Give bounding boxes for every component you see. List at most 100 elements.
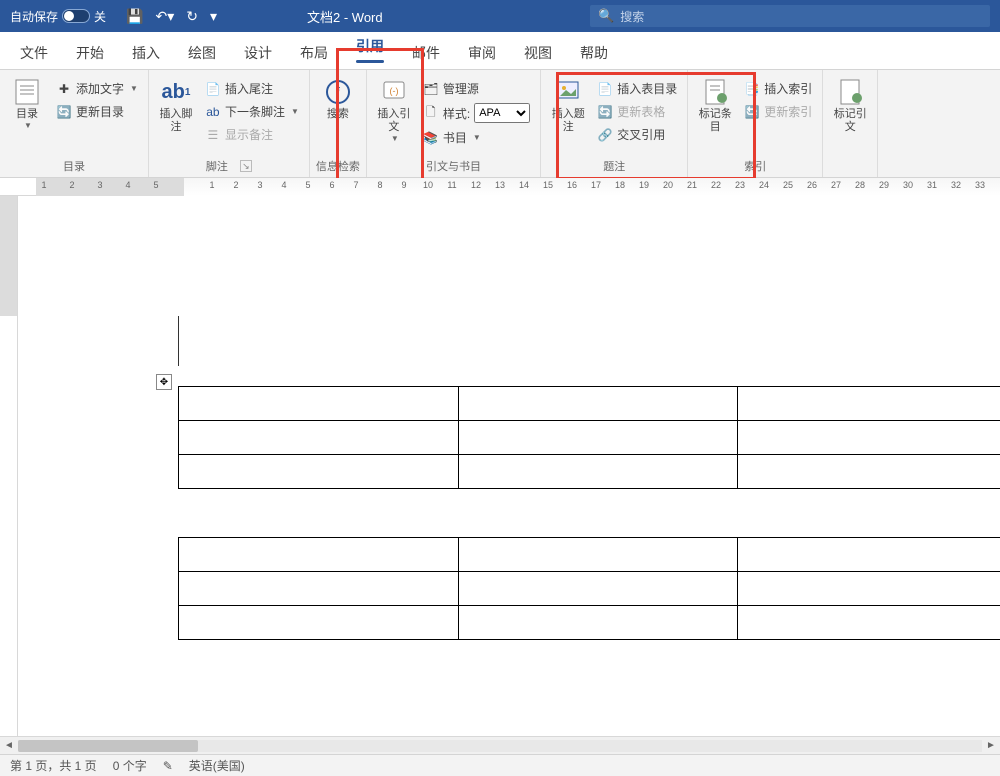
status-bar: 第 1 页，共 1 页 0 个字 ✎ 英语(美国) bbox=[0, 754, 1000, 776]
insert-index-icon: 📑 bbox=[744, 81, 760, 97]
caption-icon bbox=[554, 78, 582, 106]
insert-caption-button[interactable]: 插入题注 bbox=[547, 74, 589, 138]
search-box[interactable]: 🔍 搜索 bbox=[590, 5, 990, 27]
document-title: 文档2 - Word bbox=[227, 7, 590, 26]
endnote-icon: 📄 bbox=[205, 81, 221, 97]
text-cursor bbox=[178, 316, 179, 366]
table-row bbox=[179, 606, 1000, 640]
insert-footnote-button[interactable]: ab1 插入脚注 bbox=[155, 74, 197, 138]
qat-customize-icon[interactable]: ▾ bbox=[210, 8, 217, 25]
toc-icon bbox=[13, 78, 41, 106]
update-table-icon: 🔄 bbox=[597, 104, 613, 120]
group-captions: 插入题注 📄插入表目录 🔄更新表格 🔗交叉引用 题注 bbox=[541, 70, 688, 177]
ribbon: 目录 ▼ ✚添加文字▼ 🔄更新目录 目录 ab1 插入脚注 📄插入尾注 ab下一… bbox=[0, 70, 1000, 178]
tab-file[interactable]: 文件 bbox=[6, 35, 62, 69]
horizontal-scrollbar[interactable]: ◄ ► bbox=[0, 736, 1000, 754]
document-canvas[interactable]: ✥ bbox=[18, 196, 1000, 736]
dialog-launcher-icon[interactable]: ↘ bbox=[240, 160, 252, 172]
redo-icon[interactable]: ↻ bbox=[186, 8, 198, 25]
search-icon: 🔍 bbox=[598, 8, 614, 24]
add-text-icon: ✚ bbox=[56, 81, 72, 97]
save-icon[interactable]: 💾 bbox=[126, 8, 143, 25]
svg-text:(-): (-) bbox=[389, 86, 398, 96]
group-research: i 搜索 信息检索 bbox=[310, 70, 367, 177]
chevron-down-icon: ▼ bbox=[24, 121, 32, 130]
update-index-button: 🔄更新索引 bbox=[740, 101, 816, 122]
group-label-footnotes: 脚注 bbox=[206, 158, 228, 174]
cross-reference-button[interactable]: 🔗交叉引用 bbox=[593, 124, 681, 145]
horizontal-ruler[interactable]: 1234512345678910111213141516171819202122… bbox=[0, 178, 1000, 196]
mark-citation-icon bbox=[836, 78, 864, 106]
mark-entry-button[interactable]: 标记条目 bbox=[694, 74, 736, 138]
tab-design[interactable]: 设计 bbox=[230, 35, 286, 69]
crossref-icon: 🔗 bbox=[597, 127, 613, 143]
manage-sources-icon: 🗂 bbox=[423, 81, 439, 97]
group-citations: (-) 插入引文 ▼ 🗂管理源 🗋样式: APA 📚书目▼ 引文与书目 bbox=[367, 70, 541, 177]
group-toc: 目录 ▼ ✚添加文字▼ 🔄更新目录 目录 bbox=[0, 70, 149, 177]
tab-references[interactable]: 引用 bbox=[342, 28, 398, 69]
next-footnote-button[interactable]: ab下一条脚注▼ bbox=[201, 101, 303, 122]
group-footnotes: ab1 插入脚注 📄插入尾注 ab下一条脚注▼ ☰显示备注 脚注 ↘ bbox=[149, 70, 310, 177]
tab-draw[interactable]: 绘图 bbox=[174, 35, 230, 69]
show-notes-icon: ☰ bbox=[205, 127, 221, 143]
group-label-toc: 目录 bbox=[63, 158, 85, 174]
tab-view[interactable]: 视图 bbox=[510, 35, 566, 69]
update-icon: 🔄 bbox=[56, 104, 72, 120]
group-label-index: 索引 bbox=[744, 158, 766, 174]
bibliography-icon: 📚 bbox=[423, 130, 439, 146]
info-search-icon: i bbox=[324, 78, 352, 106]
autosave-label: 自动保存 bbox=[10, 8, 58, 25]
table-1[interactable] bbox=[178, 386, 1000, 489]
group-index: 标记条目 📑插入索引 🔄更新索引 索引 bbox=[688, 70, 823, 177]
tof-icon: 📄 bbox=[597, 81, 613, 97]
group-toa: 标记引文 bbox=[823, 70, 878, 177]
insert-citation-button[interactable]: (-) 插入引文 ▼ bbox=[373, 74, 415, 147]
style-select[interactable]: APA bbox=[474, 103, 530, 123]
table-move-handle-icon[interactable]: ✥ bbox=[156, 374, 172, 390]
mark-entry-icon bbox=[701, 78, 729, 106]
tab-review[interactable]: 审阅 bbox=[454, 35, 510, 69]
tab-insert[interactable]: 插入 bbox=[118, 35, 174, 69]
vertical-ruler[interactable] bbox=[0, 196, 18, 736]
update-toc-button[interactable]: 🔄更新目录 bbox=[52, 101, 142, 122]
group-label-citations: 引文与书目 bbox=[426, 158, 481, 174]
title-bar: 自动保存 关 💾 ↶▾ ↻ ▾ 文档2 - Word 🔍 搜索 bbox=[0, 0, 1000, 32]
update-index-icon: 🔄 bbox=[744, 104, 760, 120]
language-status[interactable]: 英语(美国) bbox=[189, 757, 245, 774]
search-button[interactable]: i 搜索 bbox=[317, 74, 359, 125]
spellcheck-icon[interactable]: ✎ bbox=[163, 759, 173, 773]
toggle-switch[interactable] bbox=[62, 9, 90, 23]
table-row bbox=[179, 455, 1000, 489]
scroll-left-icon[interactable]: ◄ bbox=[0, 740, 18, 751]
undo-icon[interactable]: ↶▾ bbox=[155, 8, 174, 25]
quick-access-toolbar: 💾 ↶▾ ↻ ▾ bbox=[116, 8, 227, 25]
add-text-button[interactable]: ✚添加文字▼ bbox=[52, 78, 142, 99]
group-label-research: 信息检索 bbox=[316, 158, 360, 174]
style-dropdown[interactable]: 🗋样式: APA bbox=[419, 101, 534, 125]
bibliography-button[interactable]: 📚书目▼ bbox=[419, 127, 534, 148]
insert-endnote-button[interactable]: 📄插入尾注 bbox=[201, 78, 303, 99]
mark-citation-button[interactable]: 标记引文 bbox=[829, 74, 871, 138]
tab-help[interactable]: 帮助 bbox=[566, 35, 622, 69]
toc-button[interactable]: 目录 ▼ bbox=[6, 74, 48, 134]
ribbon-tabs: 文件 开始 插入 绘图 设计 布局 引用 邮件 审阅 视图 帮助 bbox=[0, 32, 1000, 70]
group-label-captions: 题注 bbox=[603, 158, 625, 174]
table-row bbox=[179, 421, 1000, 455]
word-count[interactable]: 0 个字 bbox=[113, 757, 147, 774]
tab-layout[interactable]: 布局 bbox=[286, 35, 342, 69]
style-icon: 🗋 bbox=[423, 105, 439, 121]
insert-index-button[interactable]: 📑插入索引 bbox=[740, 78, 816, 99]
table-2[interactable] bbox=[178, 537, 1000, 640]
chevron-down-icon: ▼ bbox=[391, 134, 399, 143]
scroll-right-icon[interactable]: ► bbox=[982, 740, 1000, 751]
autosave-toggle[interactable]: 自动保存 关 bbox=[0, 8, 116, 25]
tab-home[interactable]: 开始 bbox=[62, 35, 118, 69]
insert-tof-button[interactable]: 📄插入表目录 bbox=[593, 78, 681, 99]
citation-icon: (-) bbox=[380, 78, 408, 106]
table-row bbox=[179, 538, 1000, 572]
page-count[interactable]: 第 1 页，共 1 页 bbox=[10, 757, 97, 774]
tab-mailings[interactable]: 邮件 bbox=[398, 35, 454, 69]
next-footnote-icon: ab bbox=[205, 104, 221, 120]
manage-sources-button[interactable]: 🗂管理源 bbox=[419, 78, 534, 99]
show-notes-button: ☰显示备注 bbox=[201, 124, 303, 145]
